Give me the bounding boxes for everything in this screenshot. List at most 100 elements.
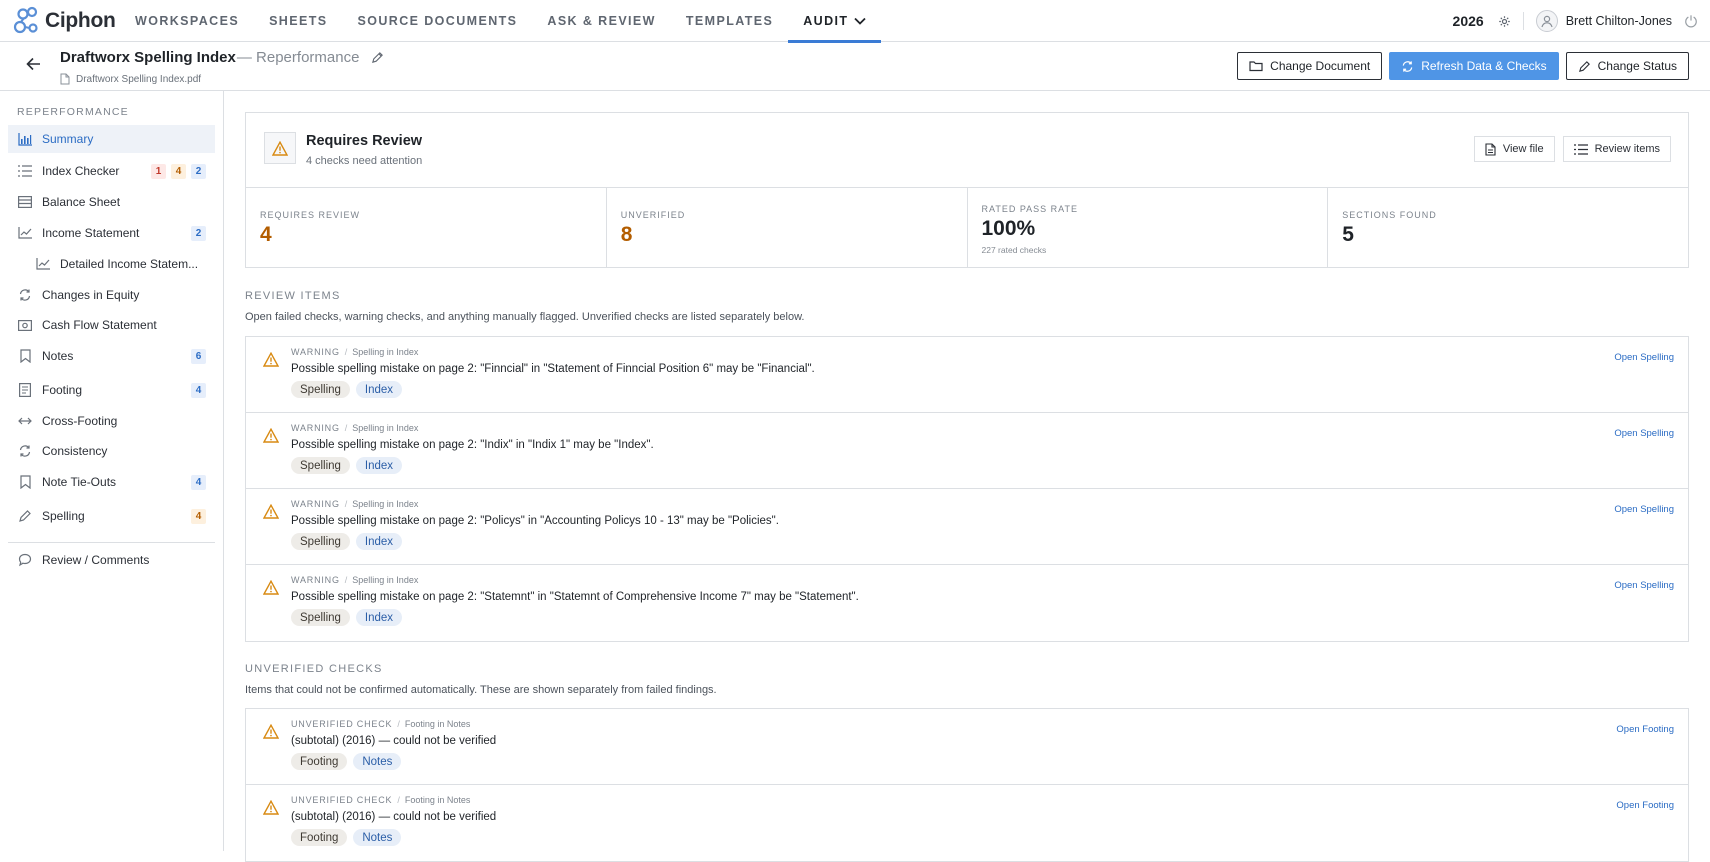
cash-icon bbox=[17, 317, 33, 333]
document-subtitle: — Reperformance bbox=[236, 49, 360, 66]
item-category: Spelling in Index bbox=[352, 347, 419, 357]
user-menu[interactable]: Brett Chilton-Jones bbox=[1535, 10, 1672, 32]
refresh-label: Refresh Data & Checks bbox=[1421, 59, 1547, 73]
avatar bbox=[1535, 10, 1558, 32]
file-icon bbox=[1485, 142, 1496, 156]
tag-chip: Index bbox=[355, 533, 403, 550]
document-title: Draftworx Spelling Index bbox=[60, 49, 236, 66]
back-arrow-icon[interactable] bbox=[26, 57, 42, 76]
main-nav: WORKSPACES SHEETS SOURCE DOCUMENTS ASK &… bbox=[120, 0, 882, 43]
item-message: Possible spelling mistake on page 2: "In… bbox=[291, 439, 654, 451]
badge-group: 1 4 2 bbox=[151, 163, 206, 179]
cycle-icon bbox=[17, 443, 33, 459]
item-kind: UNVERIFIED CHECK bbox=[291, 719, 393, 729]
sidebar-item-review-comments[interactable]: Review / Comments bbox=[8, 546, 215, 574]
item-category: Spelling in Index bbox=[352, 575, 419, 585]
item-kind: WARNING bbox=[291, 423, 340, 433]
gear-icon[interactable] bbox=[1498, 15, 1511, 28]
unverified-checks-description: Items that could not be confirmed automa… bbox=[245, 684, 717, 696]
open-spelling-link[interactable]: Open Spelling bbox=[1614, 428, 1674, 439]
change-status-button[interactable]: Change Status bbox=[1565, 52, 1689, 80]
page-title: Draftworx Spelling Index — Reperformance bbox=[60, 49, 384, 66]
main-content: Requires Review 4 checks need attention … bbox=[224, 91, 1710, 862]
sidebar-item-footing[interactable]: Footing 4 bbox=[8, 376, 215, 404]
edit-title-icon[interactable] bbox=[371, 51, 384, 64]
sidebar-item-income-statement[interactable]: Income Statement 2 bbox=[8, 219, 215, 247]
file-icon bbox=[60, 73, 70, 85]
warning-icon bbox=[262, 427, 280, 448]
badge-group: 6 bbox=[191, 348, 206, 364]
item-kind: WARNING bbox=[291, 347, 340, 357]
sidebar-item-detailed-income-statement[interactable]: Detailed Income Statem... bbox=[26, 250, 215, 278]
sidebar-item-note-tie-outs[interactable]: Note Tie-Outs 4 bbox=[8, 468, 215, 496]
item-kind: WARNING bbox=[291, 499, 340, 509]
nav-sheets[interactable]: SHEETS bbox=[254, 0, 342, 42]
list-item: UNVERIFIED CHECK / Footing in Notes (subto… bbox=[246, 709, 1688, 785]
tag-chip: Notes bbox=[353, 753, 402, 770]
fail-count-badge: 1 bbox=[151, 163, 166, 179]
item-tags: Spelling Index bbox=[291, 457, 403, 474]
sidebar-item-label: Balance Sheet bbox=[42, 195, 121, 209]
sidebar-item-label: Note Tie-Outs bbox=[42, 475, 117, 489]
user-icon bbox=[1541, 15, 1553, 28]
sidebar-item-cash-flow-statement[interactable]: Cash Flow Statement bbox=[8, 311, 215, 339]
item-message: (subtotal) (2016) — could not be verifie… bbox=[291, 811, 497, 823]
stats-row: REQUIRES REVIEW 4 UNVERIFIED 8 RATED PAS… bbox=[246, 187, 1688, 267]
document-header: Draftworx Spelling Index — Reperformance… bbox=[0, 42, 1710, 91]
item-tags: Spelling Index bbox=[291, 533, 403, 550]
refresh-button[interactable]: Refresh Data & Checks bbox=[1389, 52, 1559, 80]
sidebar-item-notes[interactable]: Notes 6 bbox=[8, 342, 215, 370]
item-tags: Footing Notes bbox=[291, 829, 402, 846]
badge-group: 4 bbox=[191, 508, 206, 524]
stat-sections-found: SECTIONS FOUND 5 bbox=[1328, 188, 1688, 267]
sidebar-divider bbox=[8, 542, 215, 543]
arrows-horizontal-icon bbox=[17, 413, 33, 429]
sidebar-item-label: Consistency bbox=[42, 444, 108, 458]
open-spelling-link[interactable]: Open Spelling bbox=[1614, 580, 1674, 591]
info-count-badge: 2 bbox=[191, 225, 206, 241]
sidebar-item-balance-sheet[interactable]: Balance Sheet bbox=[8, 188, 215, 216]
sidebar-item-label: Detailed Income Statem... bbox=[60, 257, 199, 271]
tag-chip: Notes bbox=[353, 829, 402, 846]
review-items-heading: REVIEW ITEMS bbox=[245, 290, 341, 302]
item-message: Possible spelling mistake on page 2: "Po… bbox=[291, 515, 779, 527]
line-chart-icon bbox=[17, 225, 33, 241]
document-file[interactable]: Draftworx Spelling Index.pdf bbox=[60, 73, 201, 85]
sidebar-item-label: Review / Comments bbox=[42, 553, 150, 567]
top-navigation: Ciphon WORKSPACES SHEETS SOURCE DOCUMENT… bbox=[0, 0, 1710, 43]
bar-chart-icon bbox=[17, 131, 33, 147]
nav-ask-review[interactable]: ASK & REVIEW bbox=[532, 0, 670, 42]
badge-group: 2 bbox=[191, 225, 206, 241]
sidebar-item-consistency[interactable]: Consistency bbox=[8, 437, 215, 465]
sidebar-item-index-checker[interactable]: Index Checker 1 4 2 bbox=[8, 157, 215, 185]
ciphon-logo[interactable]: Ciphon bbox=[13, 4, 116, 38]
tag-chip: Footing bbox=[291, 829, 348, 846]
item-category: Footing in Notes bbox=[404, 719, 471, 729]
nav-templates[interactable]: TEMPLATES bbox=[671, 0, 788, 42]
nav-workspaces[interactable]: WORKSPACES bbox=[120, 0, 254, 42]
line-chart-icon bbox=[35, 256, 51, 272]
header-actions: Change Document Refresh Data & Checks Ch… bbox=[1237, 52, 1689, 80]
nav-audit[interactable]: AUDIT bbox=[788, 0, 882, 43]
tag-chip: Spelling bbox=[291, 381, 350, 398]
list-item: UNVERIFIED CHECK / Footing in Notes (subto… bbox=[246, 785, 1688, 861]
power-icon[interactable] bbox=[1684, 14, 1698, 28]
item-meta: UNVERIFIED CHECK / Footing in Notes bbox=[291, 719, 471, 729]
view-file-button[interactable]: View file bbox=[1473, 136, 1555, 162]
review-items-button[interactable]: Review items bbox=[1562, 136, 1671, 162]
open-footing-link[interactable]: Open Footing bbox=[1616, 724, 1674, 735]
change-document-button[interactable]: Change Document bbox=[1237, 52, 1383, 80]
nav-source-documents[interactable]: SOURCE DOCUMENTS bbox=[342, 0, 532, 42]
document-file-name: Draftworx Spelling Index.pdf bbox=[76, 73, 202, 85]
info-count-badge: 4 bbox=[191, 382, 206, 398]
cycle-icon bbox=[17, 287, 33, 303]
sidebar-item-changes-in-equity[interactable]: Changes in Equity bbox=[8, 281, 215, 309]
tag-chip: Index bbox=[355, 457, 403, 474]
open-spelling-link[interactable]: Open Spelling bbox=[1614, 504, 1674, 515]
open-spelling-link[interactable]: Open Spelling bbox=[1614, 352, 1674, 363]
year-selector[interactable]: 2026 bbox=[1453, 13, 1484, 29]
open-footing-link[interactable]: Open Footing bbox=[1616, 800, 1674, 811]
sidebar-item-summary[interactable]: Summary bbox=[8, 125, 215, 153]
sidebar-item-spelling[interactable]: Spelling 4 bbox=[8, 502, 215, 530]
sidebar-item-cross-footing[interactable]: Cross-Footing bbox=[8, 407, 215, 435]
